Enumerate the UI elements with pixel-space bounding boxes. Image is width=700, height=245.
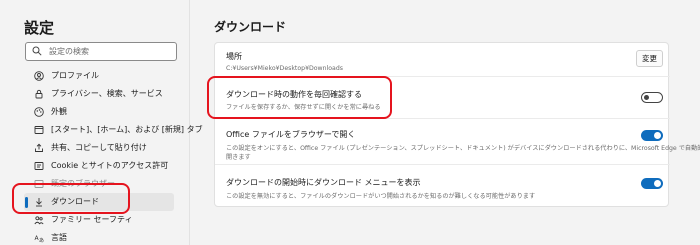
sidebar-item-label: [スタート]、[ホーム]、および [新規] タブ [51,125,203,134]
change-location-button[interactable]: 変更 [636,50,663,67]
office-in-browser-title: Office ファイルをブラウザーで開く [226,130,356,139]
site-permissions-icon [34,162,44,170]
appearance-icon [34,107,44,117]
lock-icon [35,89,43,99]
download-path: C:¥Users¥Mieko¥Desktop¥Downloads [226,65,343,72]
family-icon [34,216,44,225]
profile-icon [34,71,44,81]
office-in-browser-description: この設定をオンにすると、Office ファイル (プレゼンテーション、スプレッド… [226,145,700,152]
sidebar-item-downloads[interactable]: ダウンロード [24,193,174,211]
office-in-browser-toggle[interactable] [641,130,663,141]
toggle-knob [654,132,661,139]
sidebar-item-label: 既定のブラウザー [51,179,115,188]
sidebar-item-label: 外観 [51,107,67,116]
sidebar-item-default-browser[interactable]: 既定のブラウザー [0,175,190,193]
toggle-knob [654,180,661,187]
show-download-menu-description: この設定を無効にすると、ファイルのダウンロードがいつ開始されるかを知るのが難しく… [226,193,536,200]
search-placeholder: 設定の検索 [49,47,89,56]
location-row: 場所 C:¥Users¥Mieko¥Desktop¥Downloads 変更 [215,43,670,77]
settings-sidebar: 設定 設定の検索 プロファイル プライバシー、検索、サービス 外観 [スタート]… [0,0,203,245]
sidebar-item-languages[interactable]: Aあ 言語 [0,229,190,245]
sidebar-item-label: 言語 [51,233,67,242]
sidebar-title: 設定 [24,19,55,37]
toggle-knob [644,95,649,100]
default-browser-icon [34,180,44,188]
office-in-browser-row: Office ファイルをブラウザーで開く この設定をオンにすると、Office … [215,119,700,165]
share-icon [35,143,43,152]
search-icon [32,46,42,56]
sidebar-item-label: Cookie とサイトのアクセス許可 [51,161,169,170]
sidebar-item-label: 共有、コピーして貼り付け [51,143,147,152]
sidebar-item-family-safety[interactable]: ファミリー セーフティ [0,211,190,229]
sidebar-item-label: プライバシー、検索、サービス [51,89,163,98]
sidebar-item-privacy[interactable]: プライバシー、検索、サービス [0,85,190,103]
office-in-browser-description-cont: 開きます [226,154,251,161]
sidebar-item-label: ファミリー セーフティ [51,215,133,224]
sidebar-item-cookies-permissions[interactable]: Cookie とサイトのアクセス許可 [0,157,190,175]
settings-nav: プロファイル プライバシー、検索、サービス 外観 [スタート]、[ホーム]、およ… [0,67,203,245]
ask-each-download-toggle[interactable] [641,92,663,103]
downloads-settings-card: 場所 C:¥Users¥Mieko¥Desktop¥Downloads 変更 ダ… [214,42,700,207]
svg-text:あ: あ [39,238,44,243]
sidebar-item-label: ダウンロード [51,197,99,206]
download-icon [36,198,42,207]
sidebar-item-label: プロファイル [51,71,99,80]
location-title: 場所 [226,52,242,61]
show-download-menu-toggle[interactable] [641,178,663,189]
sidebar-item-appearance[interactable]: 外観 [0,103,190,121]
ask-each-download-title: ダウンロード時の動作を毎回確認する [226,90,362,99]
show-download-menu-row: ダウンロードの開始時にダウンロード メニューを表示 この設定を無効にすると、ファ… [215,165,670,207]
search-input[interactable]: 設定の検索 [25,42,177,61]
show-download-menu-title: ダウンロードの開始時にダウンロード メニューを表示 [226,178,421,187]
ask-each-download-row: ダウンロード時の動作を毎回確認する ファイルを保存するか、保存せずに開くかを常に… [215,77,670,119]
start-page-icon [34,126,44,134]
sidebar-item-start-home-newtab[interactable]: [スタート]、[ホーム]、および [新規] タブ [0,121,203,139]
sidebar-item-profiles[interactable]: プロファイル [0,67,190,85]
ask-each-download-description: ファイルを保存するか、保存せずに開くかを常に尋ねる [226,104,381,111]
page-title: ダウンロード [214,20,287,34]
language-icon: Aあ [35,235,45,243]
sidebar-item-share-copy-paste[interactable]: 共有、コピーして貼り付け [0,139,190,157]
downloads-settings-page: ダウンロード 場所 C:¥Users¥Mieko¥Desktop¥Downloa… [190,0,700,245]
